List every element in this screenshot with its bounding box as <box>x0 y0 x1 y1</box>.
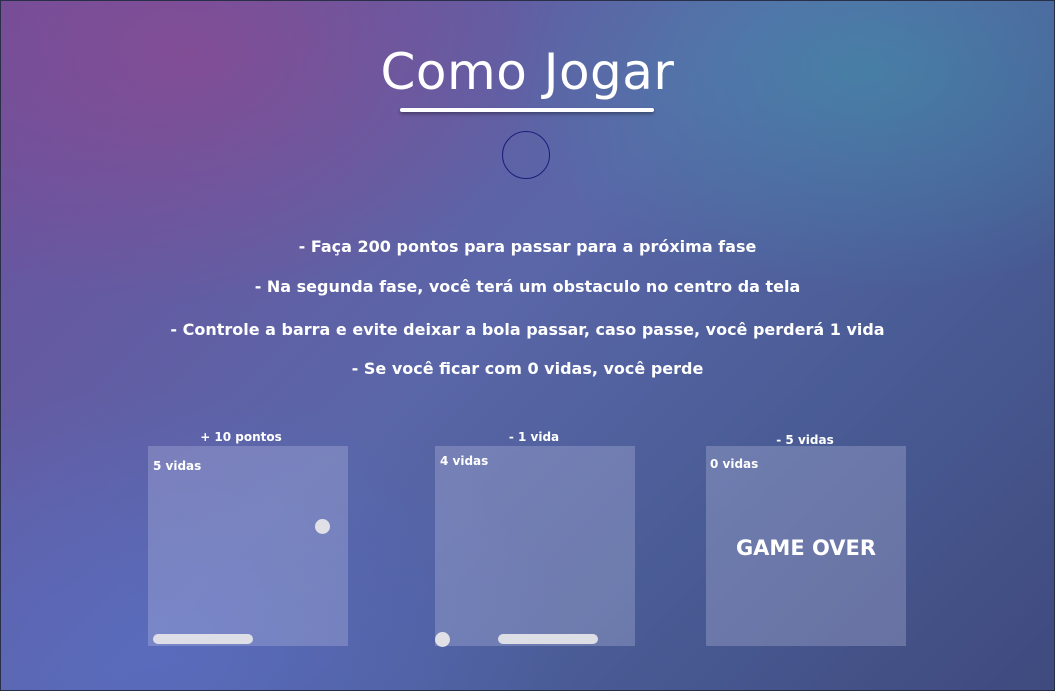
example-panel-score: 5 vidas <box>148 446 348 646</box>
rule-item: - Faça 200 pontos para passar para a pró… <box>298 237 757 256</box>
paddle-bar <box>498 634 598 644</box>
example-caption-life-lost: - 1 vida <box>508 430 560 444</box>
example-panel-life-lost: 4 vidas <box>435 446 635 647</box>
lives-counter: 5 vidas <box>153 459 202 473</box>
circle-outline-icon <box>502 131 550 179</box>
example-panel-game-over: 0 vidas GAME OVER <box>706 446 906 646</box>
rule-item: - Controle a barra e evite deixar a bola… <box>170 320 885 339</box>
lives-counter: 4 vidas <box>440 454 489 468</box>
paddle-bar <box>153 634 253 644</box>
rule-item: - Se você ficar com 0 vidas, você perde <box>351 359 704 378</box>
ball-icon <box>315 519 330 534</box>
example-caption-game-over: - 5 vidas <box>776 433 834 447</box>
page-title: Como Jogar <box>380 43 675 101</box>
title-underline <box>400 108 654 112</box>
rule-item: - Na segunda fase, você terá um obstacul… <box>254 277 801 296</box>
game-over-message: GAME OVER <box>735 536 877 560</box>
lives-counter: 0 vidas <box>710 457 759 471</box>
ball-icon <box>435 632 450 647</box>
example-caption-score: + 10 pontos <box>200 430 282 444</box>
